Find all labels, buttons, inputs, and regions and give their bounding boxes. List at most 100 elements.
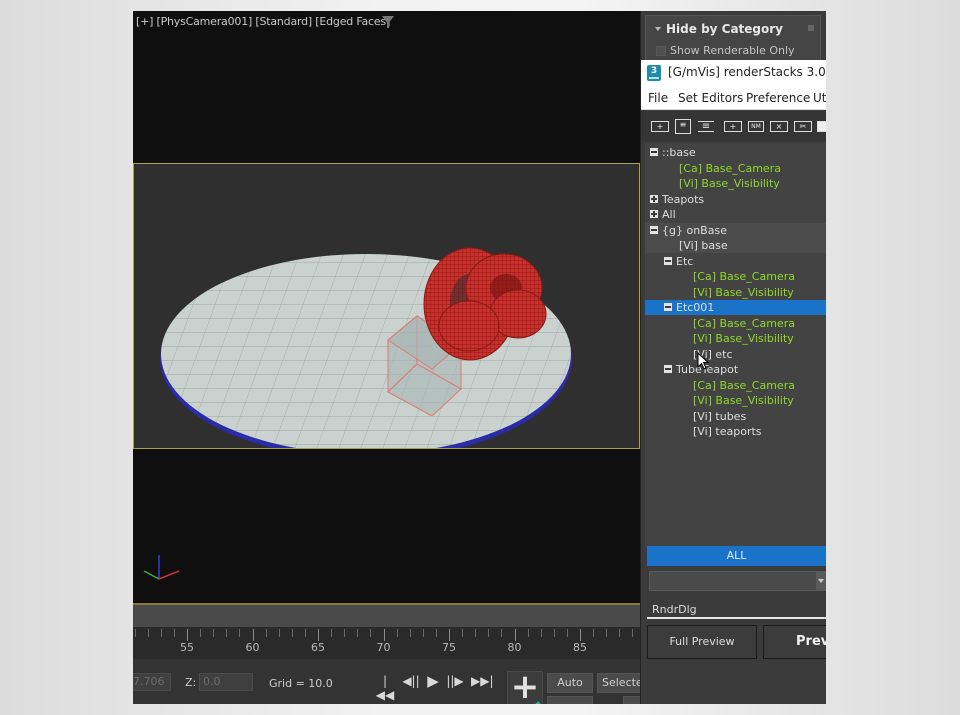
- preview-button[interactable]: Previ: [763, 625, 826, 659]
- show-renderable-only-checkbox[interactable]: [656, 46, 666, 56]
- desktop-background: [+] [PhysCamera001] [Standard] [Edged Fa…: [0, 0, 960, 715]
- tree-node-label: [Vi] teaports: [693, 425, 762, 438]
- tree-node[interactable]: [Vi] Base_Visibility: [645, 176, 826, 191]
- menu-utilities[interactable]: Uti: [813, 91, 826, 105]
- cut-icon[interactable]: ✂: [794, 121, 812, 132]
- ruler-minor-tick: [501, 629, 503, 637]
- expand-icon[interactable]: [650, 194, 658, 203]
- tree-node[interactable]: Teapots: [645, 192, 826, 207]
- tree-node-label: [Vi] base: [679, 239, 728, 252]
- z-coordinate-field[interactable]: 0.0: [199, 673, 253, 691]
- ruler-minor-tick: [344, 629, 346, 637]
- go-to-end-icon[interactable]: ▶▶|: [471, 674, 494, 688]
- renderstacks-window: 3 [G/mVis] renderStacks 3.01 Nor File Se…: [641, 60, 826, 704]
- collapse-icon[interactable]: [664, 256, 672, 265]
- tree-node[interactable]: [Ca] Base_Camera: [645, 316, 826, 331]
- stack-tree[interactable]: ::base [Ca] Base_Camera [Vi] Base_Visibili…: [645, 143, 826, 547]
- auto-key-button[interactable]: Auto Key: [547, 673, 593, 704]
- filter-combobox[interactable]: [649, 571, 826, 591]
- collapse-arrow-icon[interactable]: [655, 27, 661, 31]
- ruler-tick-label: 75: [442, 641, 456, 654]
- ruler-minor-tick: [291, 629, 293, 637]
- funnel-icon[interactable]: [382, 16, 394, 28]
- all-button[interactable]: ALL: [647, 546, 826, 566]
- ruler-minor-tick: [553, 629, 555, 637]
- ruler-minor-tick: [488, 629, 490, 637]
- collapse-icon[interactable]: [664, 303, 672, 311]
- chevron-down-icon[interactable]: [816, 572, 826, 590]
- title-bar[interactable]: 3 [G/mVis] renderStacks 3.01 Nor: [641, 60, 826, 86]
- y-coordinate-field[interactable]: 7.706: [133, 673, 171, 691]
- hide-by-category-rollout[interactable]: Hide by Category Show Renderable Only: [645, 15, 821, 63]
- ruler-tick-label: 60: [245, 641, 260, 654]
- tree-node[interactable]: {g} onBase: [645, 222, 826, 238]
- expand-icon[interactable]: [650, 210, 658, 218]
- next-frame-icon[interactable]: ||▶: [445, 674, 465, 688]
- ruler-minor-tick: [304, 629, 306, 637]
- tree-node[interactable]: [Vi] tubes: [645, 409, 826, 424]
- ruler-minor-tick: [396, 629, 398, 637]
- play-icon[interactable]: ▶: [423, 672, 443, 690]
- tree-node-label: [Vi] Base_Visibility: [693, 394, 794, 407]
- ruler-minor-tick: [422, 629, 424, 637]
- rename-icon[interactable]: NM: [748, 121, 764, 132]
- rollout-title[interactable]: Hide by Category: [666, 22, 783, 36]
- divider: [647, 617, 826, 619]
- pin-icon[interactable]: [808, 25, 814, 31]
- menu-bar: File Set Editors Preference Uti: [641, 86, 826, 110]
- time-slider[interactable]: [133, 603, 640, 627]
- tree-node[interactable]: Etc: [645, 254, 826, 269]
- go-to-start-icon[interactable]: |◀◀: [375, 674, 395, 702]
- tree-node[interactable]: [Ca] Base_Camera: [645, 378, 826, 393]
- ruler-minor-tick: [527, 629, 529, 637]
- tree-node[interactable]: [Ca] Base_Camera: [645, 161, 826, 176]
- ruler-tick-label: 65: [311, 641, 325, 654]
- menu-set-editors[interactable]: Set Editors: [678, 91, 743, 105]
- ruler-minor-tick: [265, 629, 267, 637]
- menu-preference[interactable]: Preference: [746, 91, 810, 105]
- add-group-icon[interactable]: +: [724, 121, 742, 132]
- tree-node-label: [Vi] Base_Visibility: [679, 177, 780, 190]
- perspective-viewport[interactable]: [+] [PhysCamera001] [Standard] [Edged Fa…: [133, 11, 640, 603]
- ruler-minor-tick: [226, 629, 228, 637]
- list-view-icon[interactable]: ≡: [675, 119, 691, 134]
- tree-node[interactable]: ::base: [645, 145, 826, 160]
- tree-node[interactable]: [Vi] base: [645, 238, 826, 253]
- ruler-tick-label: 55: [180, 641, 194, 654]
- tree-node-label: All: [662, 208, 676, 221]
- previous-frame-icon[interactable]: ◀||: [401, 674, 421, 688]
- mouse-cursor-icon: [697, 352, 709, 370]
- tree-node[interactable]: [Vi] Base_Visibility: [645, 331, 826, 346]
- tree-node[interactable]: [Ca] Base_Camera: [645, 269, 826, 284]
- list-compact-icon[interactable]: ≡: [698, 121, 714, 132]
- tree-node[interactable]: [Vi] Base_Visibility: [645, 393, 826, 408]
- show-renderable-only-label: Show Renderable Only: [670, 44, 795, 57]
- set-key-icon[interactable]: +: [507, 670, 543, 704]
- scene-render: [160, 247, 572, 448]
- ruler-minor-tick: [173, 629, 175, 637]
- key-icon: [529, 701, 541, 704]
- ruler-minor-tick: [239, 629, 241, 637]
- tree-node[interactable]: [Vi] Base_Visibility: [645, 285, 826, 300]
- tree-node[interactable]: [Vi] teaports: [645, 424, 826, 439]
- viewport-label[interactable]: [+] [PhysCamera001] [Standard] [Edged Fa…: [136, 15, 390, 28]
- tree-node[interactable]: [Vi] etc: [645, 347, 826, 362]
- delete-icon[interactable]: ×: [770, 121, 788, 132]
- add-stack-icon[interactable]: +: [651, 121, 669, 132]
- track-bar[interactable]: 55 60 65 70 75 80 85: [133, 627, 640, 659]
- collapse-icon[interactable]: [650, 225, 658, 234]
- z-label: Z:: [185, 676, 197, 689]
- menu-file[interactable]: File: [648, 91, 668, 105]
- collapse-icon[interactable]: [664, 365, 672, 373]
- set-key-button[interactable]: [547, 696, 593, 704]
- collapse-icon[interactable]: [650, 148, 658, 156]
- ruler-minor-tick: [462, 629, 464, 637]
- tree-node[interactable]: All: [645, 207, 826, 222]
- full-preview-button[interactable]: Full Preview: [647, 625, 757, 659]
- tree-node[interactable]: TubeTeapot: [645, 362, 826, 377]
- tree-node[interactable]: Etc001: [645, 300, 826, 315]
- tree-node-label: [Vi] Base_Visibility: [693, 285, 794, 299]
- tree-node-label: Etc001: [676, 301, 715, 314]
- ruler-major-tick: [318, 629, 319, 641]
- paste-icon[interactable]: [817, 121, 826, 132]
